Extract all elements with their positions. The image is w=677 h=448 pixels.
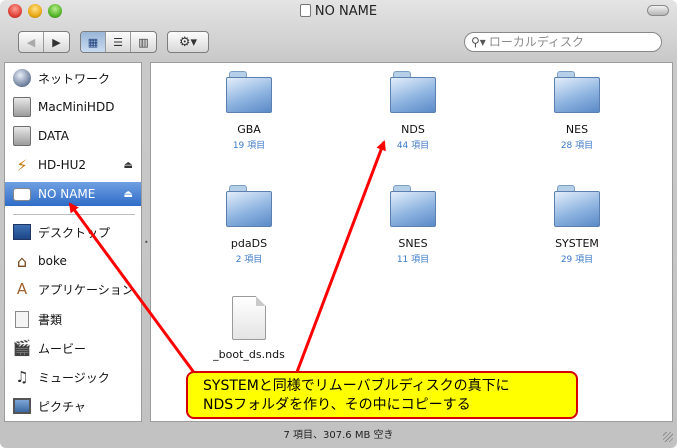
- action-menu: ⚙▾: [167, 31, 209, 53]
- item-count: 29 項目: [560, 255, 594, 265]
- sidebar-item-label: HD-HU2: [38, 158, 87, 172]
- folder-item[interactable]: SNES 11 項目: [353, 185, 473, 265]
- sidebar-item-applications[interactable]: A アプリケーション: [5, 277, 141, 301]
- file-view: GBA 19 項目 NDS 44 項目 NES 28 項目 pdaDS 2 項目…: [150, 62, 673, 422]
- forward-arrow-icon: ▶: [52, 35, 61, 49]
- list-view-icon: ☰: [113, 35, 123, 49]
- gear-icon: ⚙▾: [178, 34, 198, 50]
- file-name: NES: [565, 123, 589, 136]
- file-name: pdaDS: [230, 237, 268, 250]
- item-count: 2 項目: [235, 255, 263, 265]
- window-title-group: NO NAME: [0, 4, 677, 19]
- sidebar-item-label: ネットワーク: [38, 71, 111, 86]
- sidebar-item-home[interactable]: ⌂ boke: [5, 249, 141, 273]
- sidebar-item-label: 書類: [38, 312, 63, 327]
- sidebar-item-label: ムービー: [38, 341, 87, 356]
- list-view-button[interactable]: ☰: [106, 32, 131, 52]
- applications-icon: A: [16, 280, 28, 298]
- title-bar[interactable]: NO NAME: [0, 0, 677, 24]
- hard-disk-icon: [13, 126, 31, 146]
- column-view-button[interactable]: ▥: [131, 32, 156, 52]
- search-icon: ⚲▾: [471, 35, 486, 49]
- file-name: _boot_ds.nds: [213, 348, 285, 361]
- sidebar-item-movies[interactable]: 🎬 ムービー: [5, 336, 141, 360]
- sidebar-item-label: デスクトップ: [38, 225, 111, 240]
- item-count: 19 項目: [232, 141, 266, 151]
- sidebar: ネットワーク MacMiniHDD DATA ⚡ HD-HU2 ⏏ NO NAM…: [4, 62, 142, 422]
- sidebar-item-pictures[interactable]: ピクチャ: [5, 394, 141, 418]
- file-name: NDS: [401, 123, 425, 136]
- sidebar-item-label: DATA: [38, 129, 69, 143]
- sidebar-item-macminihdd[interactable]: MacMiniHDD: [5, 95, 141, 119]
- folder-icon: [390, 71, 436, 113]
- volume-icon: [299, 4, 311, 17]
- column-view-icon: ▥: [138, 35, 149, 49]
- movies-icon: 🎬: [12, 339, 32, 357]
- resize-grip-icon[interactable]: [663, 432, 673, 442]
- action-button[interactable]: ⚙▾: [168, 32, 208, 52]
- search-field[interactable]: ⚲▾: [464, 32, 662, 52]
- desktop-icon: [13, 224, 31, 240]
- file-item[interactable]: _boot_ds.nds: [189, 296, 309, 361]
- folder-icon: [554, 185, 600, 227]
- annotation-line-1: SYSTEMと同様でリムーバブルディスクの真下に: [203, 378, 510, 394]
- sidebar-item-no-name[interactable]: NO NAME ⏏: [5, 182, 141, 206]
- sidebar-item-label: MacMiniHDD: [38, 100, 115, 114]
- folder-icon: [554, 71, 600, 113]
- sidebar-divider: [13, 214, 135, 215]
- file-name: GBA: [237, 123, 261, 136]
- home-icon: ⌂: [16, 251, 28, 271]
- view-buttons: ▦ ☰ ▥: [80, 31, 157, 53]
- item-count: 11 項目: [396, 255, 430, 265]
- folder-icon: [390, 185, 436, 227]
- icon-view-button[interactable]: ▦: [81, 32, 106, 52]
- search-input[interactable]: [488, 35, 654, 49]
- folder-item[interactable]: pdaDS 2 項目: [189, 185, 309, 265]
- back-arrow-icon: ◀: [26, 35, 36, 49]
- usb-drive-icon: ⚡: [16, 155, 28, 175]
- sidebar-item-label: boke: [38, 254, 67, 268]
- folder-item[interactable]: NDS 44 項目: [353, 71, 473, 151]
- documents-icon: [15, 310, 29, 328]
- file-name: SNES: [398, 237, 428, 250]
- sidebar-item-label: ミュージック: [38, 370, 110, 385]
- sidebar-item-network[interactable]: ネットワーク: [5, 66, 141, 90]
- toolbar-toggle-button[interactable]: [647, 5, 669, 16]
- annotation-callout: SYSTEMと同様でリムーバブルディスクの真下に NDSフォルダを作り、その中に…: [186, 371, 578, 419]
- sidebar-item-documents[interactable]: 書類: [5, 307, 141, 331]
- hard-disk-icon: [13, 97, 31, 117]
- sidebar-splitter-handle[interactable]: •: [144, 238, 149, 247]
- file-name: SYSTEM: [555, 237, 599, 250]
- sidebar-item-label: アプリケーション: [38, 282, 134, 297]
- pictures-icon: [13, 398, 31, 414]
- item-count: 28 項目: [560, 141, 594, 151]
- folder-item[interactable]: GBA 19 項目: [189, 71, 309, 151]
- folder-item[interactable]: NES 28 項目: [517, 71, 637, 151]
- sidebar-item-music[interactable]: ♫ ミュージック: [5, 365, 141, 389]
- sidebar-item-desktop[interactable]: デスクトップ: [5, 220, 141, 244]
- back-button[interactable]: ◀: [19, 32, 44, 52]
- network-globe-icon: [13, 69, 31, 87]
- music-icon: ♫: [15, 368, 29, 386]
- forward-button[interactable]: ▶: [44, 32, 69, 52]
- nav-buttons: ◀ ▶: [18, 31, 70, 53]
- sidebar-item-label: ピクチャ: [38, 399, 86, 414]
- folder-icon: [226, 71, 272, 113]
- window-title: NO NAME: [314, 4, 378, 19]
- annotation-line-2: NDSフォルダを作り、その中にコピーする: [203, 397, 471, 413]
- sidebar-item-label: NO NAME: [38, 187, 96, 201]
- icon-view-icon: ▦: [87, 35, 99, 49]
- sidebar-item-data[interactable]: DATA: [5, 124, 141, 148]
- status-bar: 7 項目、307.6 MB 空き: [283, 430, 394, 441]
- folder-icon: [226, 185, 272, 227]
- sidebar-item-hd-hu2[interactable]: ⚡ HD-HU2 ⏏: [5, 153, 141, 177]
- folder-item[interactable]: SYSTEM 29 項目: [517, 185, 637, 265]
- item-count: 44 項目: [396, 141, 430, 151]
- document-icon: [232, 296, 266, 340]
- removable-disk-icon: [13, 187, 31, 201]
- eject-icon[interactable]: ⏏: [124, 160, 133, 171]
- toolbar: ◀ ▶ ▦ ☰ ▥ ⚙▾ ⚲▾: [0, 24, 677, 60]
- eject-icon[interactable]: ⏏: [124, 189, 133, 200]
